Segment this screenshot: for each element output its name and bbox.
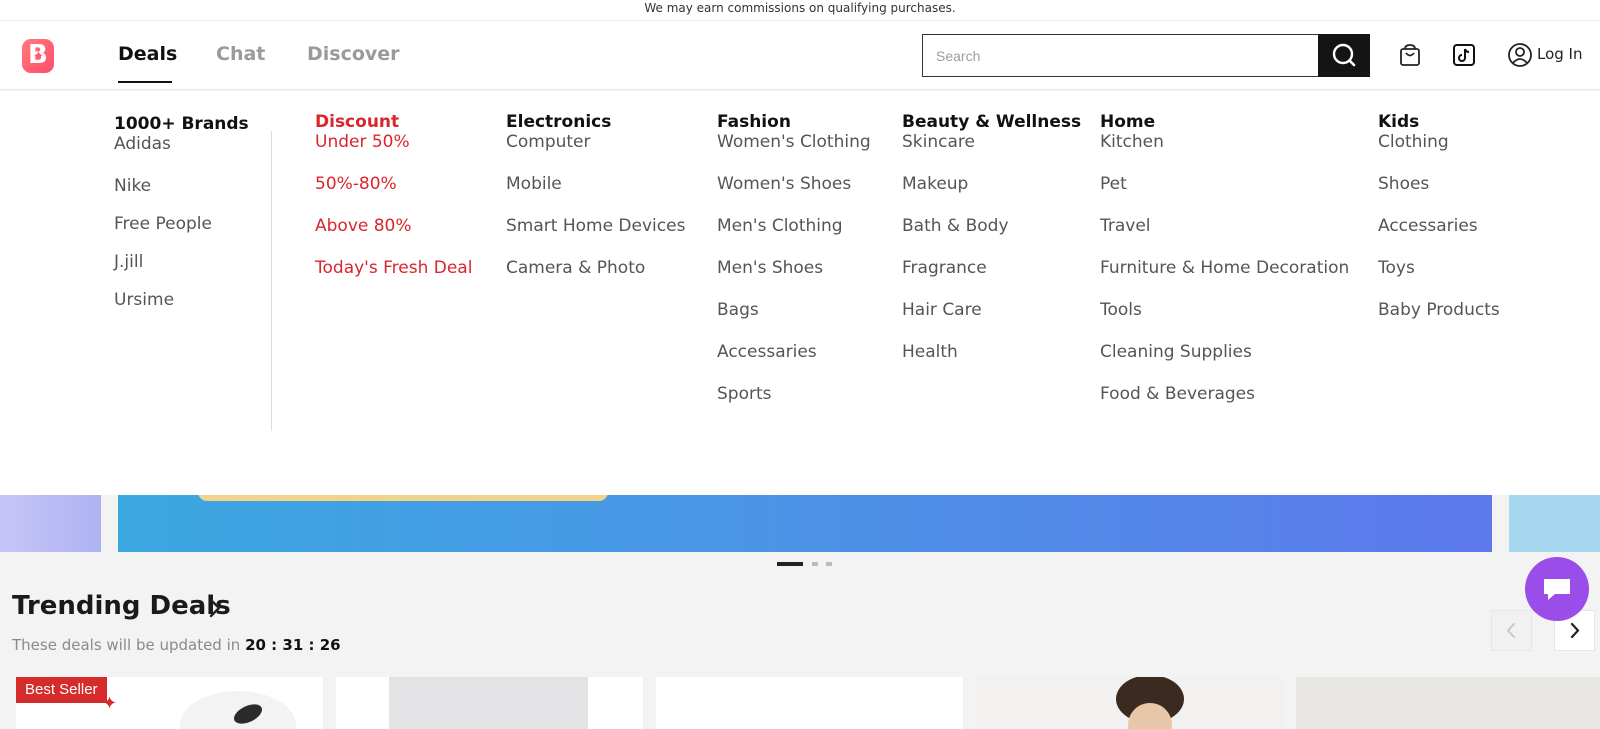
banner-graphic	[198, 495, 608, 501]
menu-item[interactable]: Travel	[1100, 216, 1349, 236]
menu-item[interactable]: Fragrance	[902, 258, 1081, 278]
menu-item[interactable]: Today's Fresh Deal	[315, 258, 472, 278]
menu-item[interactable]: Food & Beverages	[1100, 384, 1349, 404]
header: B ✦ Deals Chat Discover Log	[0, 21, 1600, 90]
menu-item[interactable]: Clothing	[1378, 132, 1500, 152]
product-card[interactable]	[1296, 677, 1600, 729]
countdown-text: These deals will be updated in 20 : 31 :…	[12, 636, 341, 654]
menu-item[interactable]: Men's Clothing	[717, 216, 871, 236]
user-circle-icon	[1508, 43, 1532, 67]
menu-item[interactable]: Cleaning Supplies	[1100, 342, 1349, 362]
search-input[interactable]	[923, 35, 1320, 76]
menu-column-beauty: Beauty & Wellness Skincare Makeup Bath &…	[902, 112, 1081, 362]
menu-item[interactable]: Shoes	[1378, 174, 1500, 194]
menu-item[interactable]: Bags	[717, 300, 871, 320]
countdown-timer: 20 : 31 : 26	[245, 636, 341, 654]
product-card[interactable]	[656, 677, 963, 729]
tiktok-icon	[1453, 44, 1475, 66]
menu-item[interactable]: Bath & Body	[902, 216, 1081, 236]
menu-heading-electronics[interactable]: Electronics	[506, 112, 685, 132]
menu-item[interactable]: Camera & Photo	[506, 258, 685, 278]
menu-item[interactable]: Baby Products	[1378, 300, 1500, 320]
active-tab-underline	[118, 81, 172, 83]
menu-column-home: Home Kitchen Pet Travel Furniture & Home…	[1100, 112, 1349, 404]
menu-column-electronics: Electronics Computer Mobile Smart Home D…	[506, 112, 685, 278]
tiktok-button[interactable]	[1450, 41, 1478, 69]
banner-prev-slide[interactable]	[0, 495, 101, 552]
menu-item[interactable]: Accessaries	[1378, 216, 1500, 236]
product-card[interactable]: Best Seller ✦	[16, 677, 323, 729]
banner-slide[interactable]	[118, 495, 1492, 552]
menu-item[interactable]: Toys	[1378, 258, 1500, 278]
chat-bubble-icon	[1544, 579, 1570, 600]
menu-item[interactable]: Furniture & Home Decoration	[1100, 258, 1349, 278]
menu-divider	[271, 131, 272, 431]
login-label[interactable]: Log In	[1537, 45, 1583, 63]
chat-fab-button[interactable]	[1525, 557, 1589, 621]
menu-item[interactable]: Sports	[717, 384, 871, 404]
menu-item[interactable]: Men's Shoes	[717, 258, 871, 278]
countdown-label: These deals will be updated in	[12, 636, 241, 654]
menu-item[interactable]: Pet	[1100, 174, 1349, 194]
search-icon	[1332, 43, 1356, 67]
category-mega-menu: 1000+ Brands Adidas Nike Free People J.j…	[0, 91, 1600, 495]
menu-item[interactable]: Above 80%	[315, 216, 472, 236]
menu-item[interactable]: Health	[902, 342, 1081, 362]
menu-item[interactable]: Skincare	[902, 132, 1081, 152]
menu-item[interactable]: Makeup	[902, 174, 1081, 194]
menu-column-kids: Kids Clothing Shoes Accessaries Toys Bab…	[1378, 112, 1500, 320]
shopping-bag-icon	[1400, 44, 1420, 66]
product-card[interactable]	[336, 677, 643, 729]
login-button[interactable]	[1506, 41, 1534, 69]
menu-item[interactable]: Tools	[1100, 300, 1349, 320]
menu-item[interactable]: Kitchen	[1100, 132, 1349, 152]
chevron-right-icon[interactable]	[207, 597, 223, 619]
tab-chat[interactable]: Chat	[216, 43, 265, 65]
menu-item[interactable]: 50%-80%	[315, 174, 472, 194]
menu-column-discount: Discount Under 50% 50%-80% Above 80% Tod…	[315, 112, 472, 278]
banner-next-slide[interactable]	[1509, 495, 1600, 552]
menu-heading-discount[interactable]: Discount	[315, 112, 472, 132]
menu-item[interactable]: Under 50%	[315, 132, 472, 152]
menu-column-fashion: Fashion Women's Clothing Women's Shoes M…	[717, 112, 871, 404]
search-box	[922, 34, 1320, 77]
menu-heading-kids[interactable]: Kids	[1378, 112, 1500, 132]
search-button[interactable]	[1318, 34, 1370, 77]
section-title[interactable]: Trending Deals	[12, 591, 231, 621]
menu-item[interactable]: Nike	[114, 176, 249, 196]
carousel-dot-active[interactable]	[777, 562, 803, 566]
logo[interactable]: B ✦	[22, 39, 54, 73]
menu-item[interactable]: Free People	[114, 214, 249, 234]
menu-heading-brands[interactable]: 1000+ Brands	[114, 114, 249, 134]
menu-item[interactable]: Hair Care	[902, 300, 1081, 320]
product-card[interactable]	[976, 677, 1283, 729]
menu-item[interactable]: Accessaries	[717, 342, 871, 362]
menu-heading-beauty[interactable]: Beauty & Wellness	[902, 112, 1081, 132]
menu-item[interactable]: Adidas	[114, 134, 249, 154]
menu-item[interactable]: J.jill	[114, 252, 249, 272]
menu-item[interactable]: Ursime	[114, 290, 249, 310]
menu-item[interactable]: Computer	[506, 132, 685, 152]
tab-discover[interactable]: Discover	[307, 43, 400, 65]
cart-button[interactable]	[1396, 41, 1424, 69]
menu-item[interactable]: Mobile	[506, 174, 685, 194]
product-image	[389, 677, 588, 729]
product-image	[976, 677, 1283, 729]
menu-heading-home[interactable]: Home	[1100, 112, 1349, 132]
menu-item[interactable]: Women's Shoes	[717, 174, 871, 194]
carousel-dot[interactable]	[826, 562, 832, 566]
menu-item[interactable]: Women's Clothing	[717, 132, 871, 152]
menu-column-brands: 1000+ Brands Adidas Nike Free People J.j…	[114, 114, 249, 310]
disclaimer-bar: We may earn commissions on qualifying pu…	[0, 0, 1600, 21]
carousel-dot[interactable]	[812, 562, 818, 566]
tab-deals[interactable]: Deals	[118, 43, 177, 65]
menu-heading-fashion[interactable]: Fashion	[717, 112, 871, 132]
menu-item[interactable]: Smart Home Devices	[506, 216, 685, 236]
product-image	[180, 691, 296, 729]
logo-sparkle-icon: ✦	[33, 49, 44, 64]
